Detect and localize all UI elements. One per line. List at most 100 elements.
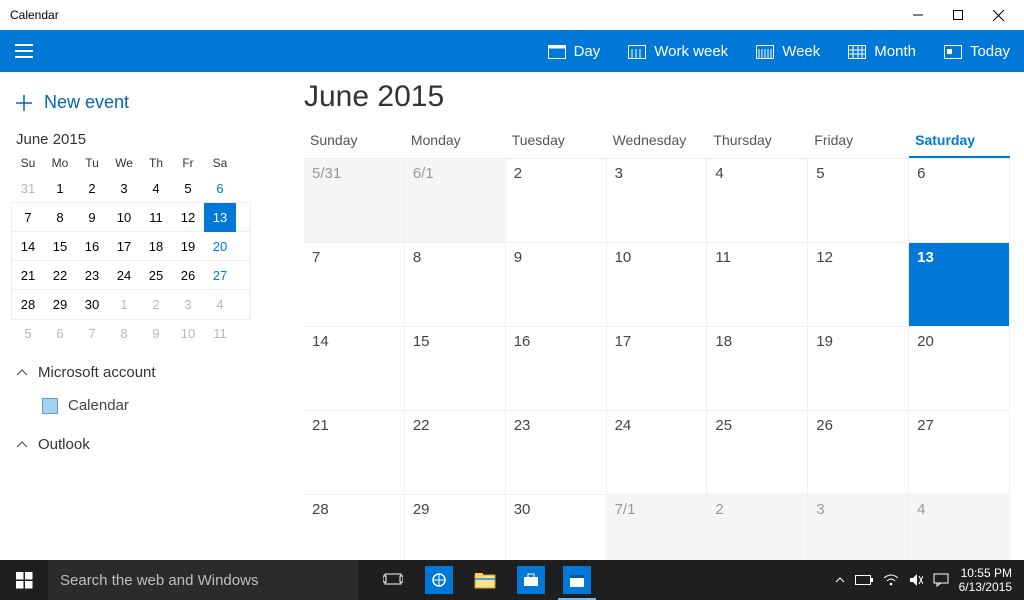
mini-day[interactable]: 2 (140, 290, 172, 319)
day-cell[interactable]: 5 (808, 159, 909, 243)
mini-day[interactable]: 14 (12, 232, 44, 261)
day-cell[interactable]: 6/1 (405, 159, 506, 243)
day-cell[interactable]: 14 (304, 327, 405, 411)
mini-day[interactable]: 28 (12, 290, 44, 319)
wifi-icon[interactable] (883, 574, 899, 586)
mini-day[interactable]: 9 (76, 203, 108, 232)
mini-day[interactable]: 6 (44, 319, 76, 348)
mini-day[interactable]: 8 (44, 203, 76, 232)
mini-day[interactable]: 3 (108, 174, 140, 203)
day-cell[interactable]: 23 (506, 411, 607, 495)
day-cell[interactable]: 17 (607, 327, 708, 411)
mini-day[interactable]: 2 (76, 174, 108, 203)
view-week-button[interactable]: Week (742, 30, 834, 72)
taskbar-edge[interactable] (416, 560, 462, 600)
day-cell[interactable]: 11 (707, 243, 808, 327)
mini-day[interactable]: 9 (140, 319, 172, 348)
view-day-label: Day (574, 43, 601, 60)
hamburger-button[interactable] (0, 30, 48, 72)
battery-icon[interactable] (855, 575, 873, 585)
view-day-button[interactable]: Day (534, 30, 615, 72)
taskbar-search[interactable]: Search the web and Windows (48, 560, 358, 600)
account-outlook[interactable]: Outlook (12, 420, 250, 459)
day-cell[interactable]: 25 (707, 411, 808, 495)
chevron-up-icon (16, 439, 28, 451)
day-cell[interactable]: 9 (506, 243, 607, 327)
day-cell[interactable]: 6 (909, 159, 1010, 243)
close-button[interactable] (978, 0, 1018, 30)
day-cell[interactable]: 18 (707, 327, 808, 411)
day-cell[interactable]: 20 (909, 327, 1010, 411)
account-microsoft[interactable]: Microsoft account (12, 348, 250, 387)
mini-day[interactable]: 24 (108, 261, 140, 290)
day-cell[interactable]: 2 (506, 159, 607, 243)
mini-day[interactable]: 31 (12, 174, 44, 203)
calendar-icon (563, 566, 591, 594)
taskbar-store[interactable] (508, 560, 554, 600)
day-cell[interactable]: 15 (405, 327, 506, 411)
day-cell[interactable]: 16 (506, 327, 607, 411)
minimize-button[interactable] (898, 0, 938, 30)
day-cell[interactable]: 3 (607, 159, 708, 243)
mini-day[interactable]: 11 (204, 319, 236, 348)
mini-day[interactable]: 30 (76, 290, 108, 319)
day-cell[interactable]: 5/31 (304, 159, 405, 243)
mini-day[interactable]: 13 (204, 203, 236, 232)
view-month-button[interactable]: Month (834, 30, 930, 72)
task-view-button[interactable] (370, 560, 416, 600)
maximize-button[interactable] (938, 0, 978, 30)
day-cell[interactable]: 22 (405, 411, 506, 495)
mini-day[interactable]: 22 (44, 261, 76, 290)
mini-day[interactable]: 11 (140, 203, 172, 232)
day-cell[interactable]: 26 (808, 411, 909, 495)
day-cell[interactable]: 10 (607, 243, 708, 327)
mini-day[interactable]: 10 (172, 319, 204, 348)
day-cell[interactable]: 8 (405, 243, 506, 327)
mini-day[interactable]: 4 (140, 174, 172, 203)
mini-day[interactable]: 18 (140, 232, 172, 261)
mini-day[interactable]: 7 (76, 319, 108, 348)
mini-day[interactable]: 3 (172, 290, 204, 319)
mini-day[interactable]: 17 (108, 232, 140, 261)
mini-day[interactable]: 27 (204, 261, 236, 290)
mini-day[interactable]: 23 (76, 261, 108, 290)
mini-day[interactable]: 19 (172, 232, 204, 261)
volume-icon[interactable] (909, 573, 923, 587)
mini-day[interactable]: 29 (44, 290, 76, 319)
taskbar-explorer[interactable] (462, 560, 508, 600)
day-cell[interactable]: 19 (808, 327, 909, 411)
start-button[interactable] (0, 560, 48, 600)
mini-day[interactable]: 5 (172, 174, 204, 203)
mini-day[interactable]: 5 (12, 319, 44, 348)
mini-day[interactable]: 21 (12, 261, 44, 290)
taskbar-clock[interactable]: 10:55 PM 6/13/2015 (959, 566, 1020, 594)
new-event-button[interactable]: New event (12, 84, 250, 125)
mini-day[interactable]: 10 (108, 203, 140, 232)
day-cell[interactable]: 12 (808, 243, 909, 327)
calendar-item[interactable]: Calendar (12, 387, 250, 420)
day-cell[interactable]: 27 (909, 411, 1010, 495)
tray-chevron-icon[interactable] (835, 575, 845, 585)
mini-day[interactable]: 8 (108, 319, 140, 348)
action-center-icon[interactable] (933, 573, 949, 587)
day-cell[interactable]: 21 (304, 411, 405, 495)
mini-day[interactable]: 7 (12, 203, 44, 232)
view-today-button[interactable]: Today (930, 30, 1024, 72)
mini-day[interactable]: 1 (44, 174, 76, 203)
mini-day[interactable]: 12 (172, 203, 204, 232)
day-cell[interactable]: 4 (707, 159, 808, 243)
view-workweek-button[interactable]: Work week (614, 30, 742, 72)
taskbar-calendar[interactable] (554, 560, 600, 600)
mini-day[interactable]: 4 (204, 290, 236, 319)
mini-day[interactable]: 20 (204, 232, 236, 261)
mini-day[interactable]: 15 (44, 232, 76, 261)
mini-day[interactable]: 6 (204, 174, 236, 203)
mini-day[interactable]: 25 (140, 261, 172, 290)
mini-day[interactable]: 26 (172, 261, 204, 290)
mini-day[interactable]: 16 (76, 232, 108, 261)
day-cell[interactable]: 24 (607, 411, 708, 495)
mini-month-label[interactable]: June 2015 (16, 131, 250, 148)
mini-day[interactable]: 1 (108, 290, 140, 319)
day-cell[interactable]: 7 (304, 243, 405, 327)
day-cell[interactable]: 13 (909, 243, 1010, 327)
